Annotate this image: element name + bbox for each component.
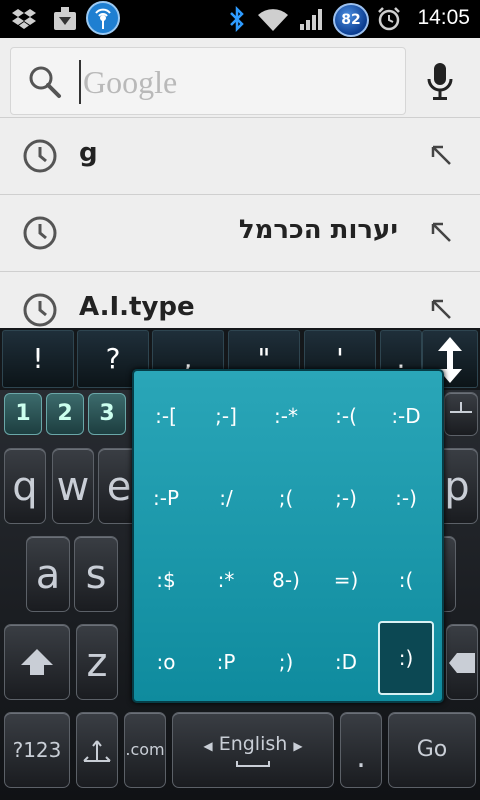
suggestion-item[interactable]: יערות הכרמל (0, 194, 480, 271)
arrow-up-left-icon[interactable] (430, 298, 452, 324)
space-key[interactable]: ◀ English ▶ (172, 712, 334, 788)
emoticon-key[interactable]: :* (198, 543, 254, 617)
status-bar: 82 14:05 (0, 0, 480, 38)
key-s[interactable]: s (74, 536, 118, 612)
emoticon-key[interactable]: :D (318, 625, 374, 699)
search-box[interactable]: Google (10, 47, 406, 115)
clock-icon (22, 292, 58, 332)
emoticon-key-selected[interactable]: :) (378, 621, 434, 695)
wifi-icon (256, 4, 290, 34)
key-2[interactable]: 2 (46, 393, 84, 435)
key-q[interactable]: q (4, 448, 46, 524)
emoticon-key[interactable]: :( (378, 543, 434, 617)
arrow-up-left-icon[interactable] (430, 221, 452, 247)
emoticon-key[interactable]: =) (318, 543, 374, 617)
space-bar-icon (236, 761, 270, 767)
cursor-key[interactable] (76, 712, 118, 788)
alarm-icon (376, 4, 402, 34)
signal-icon (298, 4, 326, 34)
suggestion-text: g (79, 138, 98, 168)
emoticon-key[interactable]: :P (198, 625, 254, 699)
emoticon-key[interactable]: :-[ (138, 379, 194, 453)
battery-icon: 82 (333, 3, 369, 37)
search-icon (27, 64, 63, 104)
key-z[interactable]: z (76, 624, 118, 700)
clock-icon (22, 215, 58, 255)
emoticon-key[interactable]: ;) (258, 625, 314, 699)
dropbox-icon (12, 4, 36, 34)
emoticon-key[interactable]: ;( (258, 461, 314, 535)
key-3[interactable]: 3 (88, 393, 126, 435)
symbols-key[interactable]: ?123 (4, 712, 70, 788)
period-key[interactable]: . (340, 712, 382, 788)
emoticon-key[interactable]: :o (138, 625, 194, 699)
emoticon-key[interactable]: ;-] (198, 379, 254, 453)
move-key[interactable] (444, 392, 478, 436)
key-1[interactable]: 1 (4, 393, 42, 435)
shift-key[interactable] (4, 624, 70, 700)
wifi-hotspot-icon (86, 1, 120, 35)
emoticon-key[interactable]: :-D (378, 379, 434, 453)
suggestion-text: A.I.type (79, 292, 195, 322)
clock-time: 14:05 (417, 6, 470, 29)
chevron-right-icon: ▶ (293, 739, 303, 753)
suggestion-item[interactable]: g (0, 117, 480, 194)
emoticon-key[interactable]: :/ (198, 461, 254, 535)
emoticon-popup: :-[ ;-] :-* :-( :-D :-P :/ ;( ;-) :-) :$… (132, 369, 444, 703)
emoticon-key[interactable]: 8-) (258, 543, 314, 617)
emoticon-key[interactable]: :-) (378, 461, 434, 535)
arrow-up-left-icon[interactable] (430, 144, 452, 170)
bluetooth-icon (228, 4, 246, 34)
search-input[interactable]: Google (79, 60, 177, 104)
emoticon-key[interactable]: :-P (138, 461, 194, 535)
backspace-key[interactable] (446, 624, 478, 700)
download-icon (52, 4, 78, 34)
key-a[interactable]: a (26, 536, 70, 612)
emoticon-key[interactable]: :-( (318, 379, 374, 453)
emoticon-key[interactable]: :$ (138, 543, 194, 617)
search-panel: Google g יערות הכרמל A.I.type (0, 38, 480, 328)
emoticon-key[interactable]: :-* (258, 379, 314, 453)
language-label: English (218, 733, 288, 755)
mic-icon[interactable] (425, 62, 455, 106)
chevron-left-icon: ◀ (203, 739, 213, 753)
punct-key[interactable]: ! (2, 330, 74, 388)
go-key[interactable]: Go (388, 712, 476, 788)
emoticon-key[interactable]: ;-) (318, 461, 374, 535)
clock-icon (22, 138, 58, 178)
key-w[interactable]: w (52, 448, 94, 524)
dotcom-key[interactable]: .com (124, 712, 166, 788)
suggestion-text: יערות הכרמל (238, 215, 398, 245)
